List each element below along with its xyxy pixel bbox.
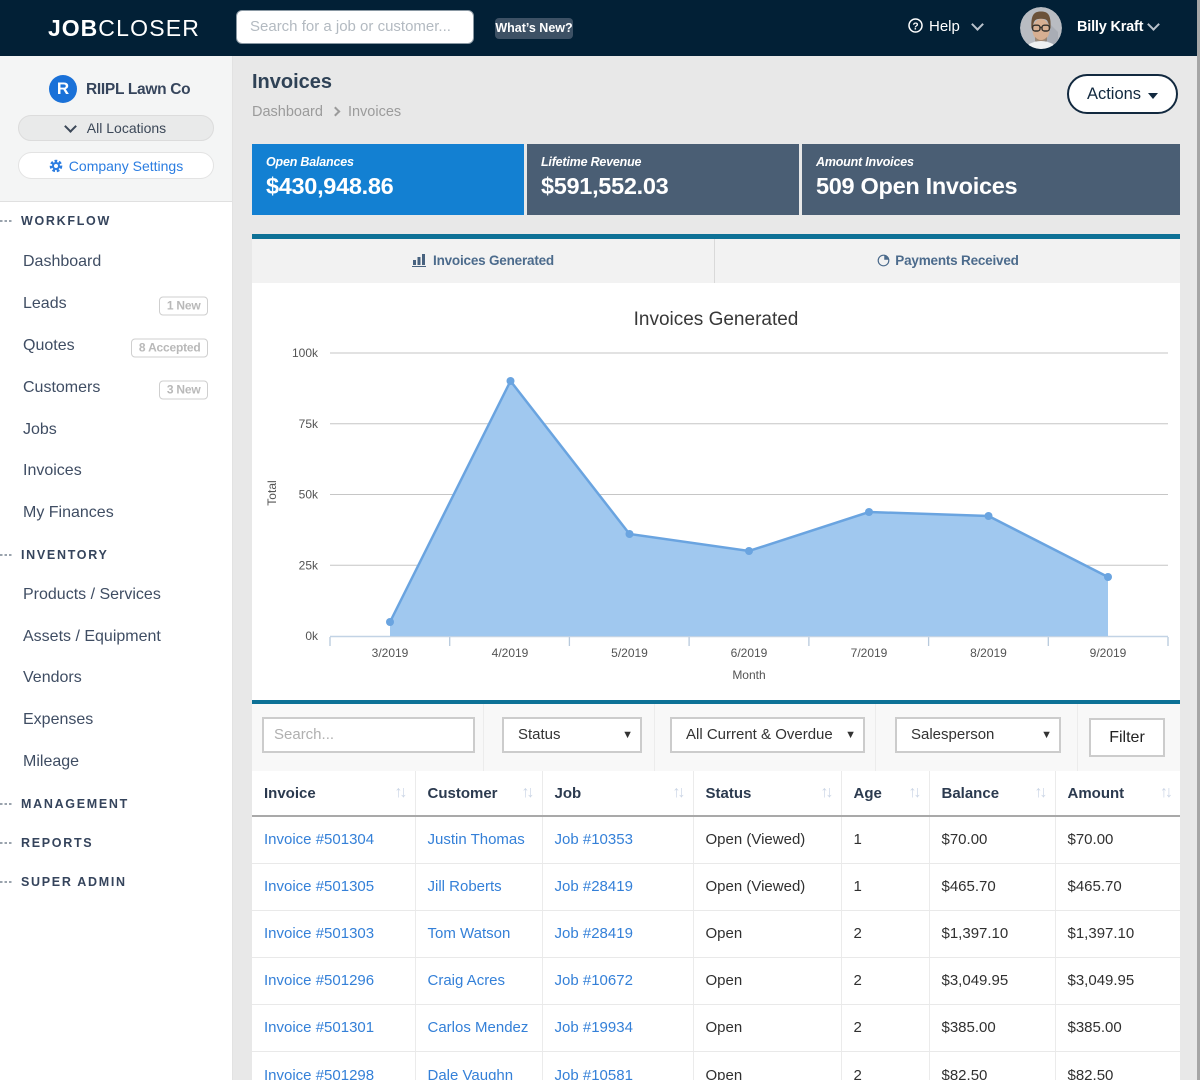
svg-text:7/2019: 7/2019	[851, 646, 888, 660]
svg-text:Month: Month	[732, 668, 765, 682]
svg-text:9/2019: 9/2019	[1090, 646, 1127, 660]
svg-text:50k: 50k	[299, 488, 319, 502]
svg-text:?: ?	[912, 21, 918, 32]
svg-text:5/2019: 5/2019	[611, 646, 648, 660]
svg-text:0k: 0k	[305, 629, 319, 643]
svg-text:3/2019: 3/2019	[372, 646, 409, 660]
svg-text:6/2019: 6/2019	[731, 646, 768, 660]
svg-text:25k: 25k	[299, 558, 319, 572]
svg-text:100k: 100k	[292, 346, 319, 360]
svg-text:Invoices Generated: Invoices Generated	[634, 309, 799, 330]
svg-text:75k: 75k	[299, 417, 319, 431]
svg-text:Total: Total	[265, 480, 279, 505]
svg-text:4/2019: 4/2019	[492, 646, 529, 660]
svg-text:8/2019: 8/2019	[970, 646, 1007, 660]
